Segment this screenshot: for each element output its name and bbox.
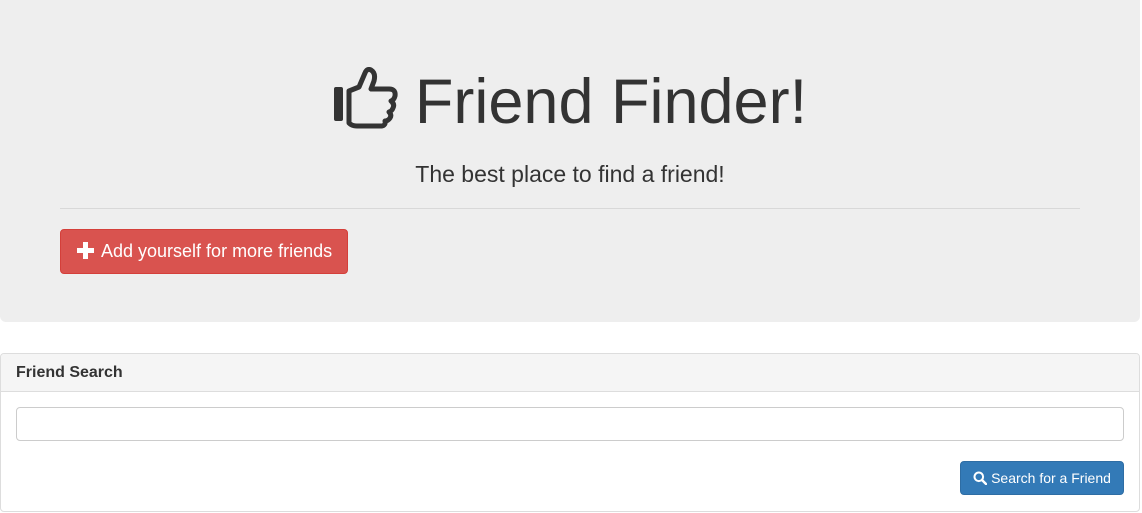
friend-search-panel: Friend Search Search for a Friend (0, 353, 1140, 512)
search-icon (973, 471, 988, 485)
page-title: Friend Finder! (414, 67, 808, 137)
divider (60, 208, 1080, 209)
panel-heading: Friend Search (1, 354, 1139, 392)
add-yourself-button[interactable]: Add yourself for more friends (60, 229, 348, 274)
add-yourself-button-label: Add yourself for more friends (101, 241, 333, 261)
jumbotron: Friend Finder! The best place to find a … (0, 0, 1140, 322)
page-subtitle: The best place to find a friend! (415, 161, 725, 187)
search-input[interactable] (16, 407, 1124, 441)
plus-icon (77, 242, 94, 259)
thumbs-up-icon (333, 67, 398, 129)
page-header: Friend Finder! (0, 64, 1140, 140)
search-for-friend-button[interactable]: Search for a Friend (960, 461, 1124, 495)
search-button-label: Search for a Friend (991, 470, 1111, 486)
